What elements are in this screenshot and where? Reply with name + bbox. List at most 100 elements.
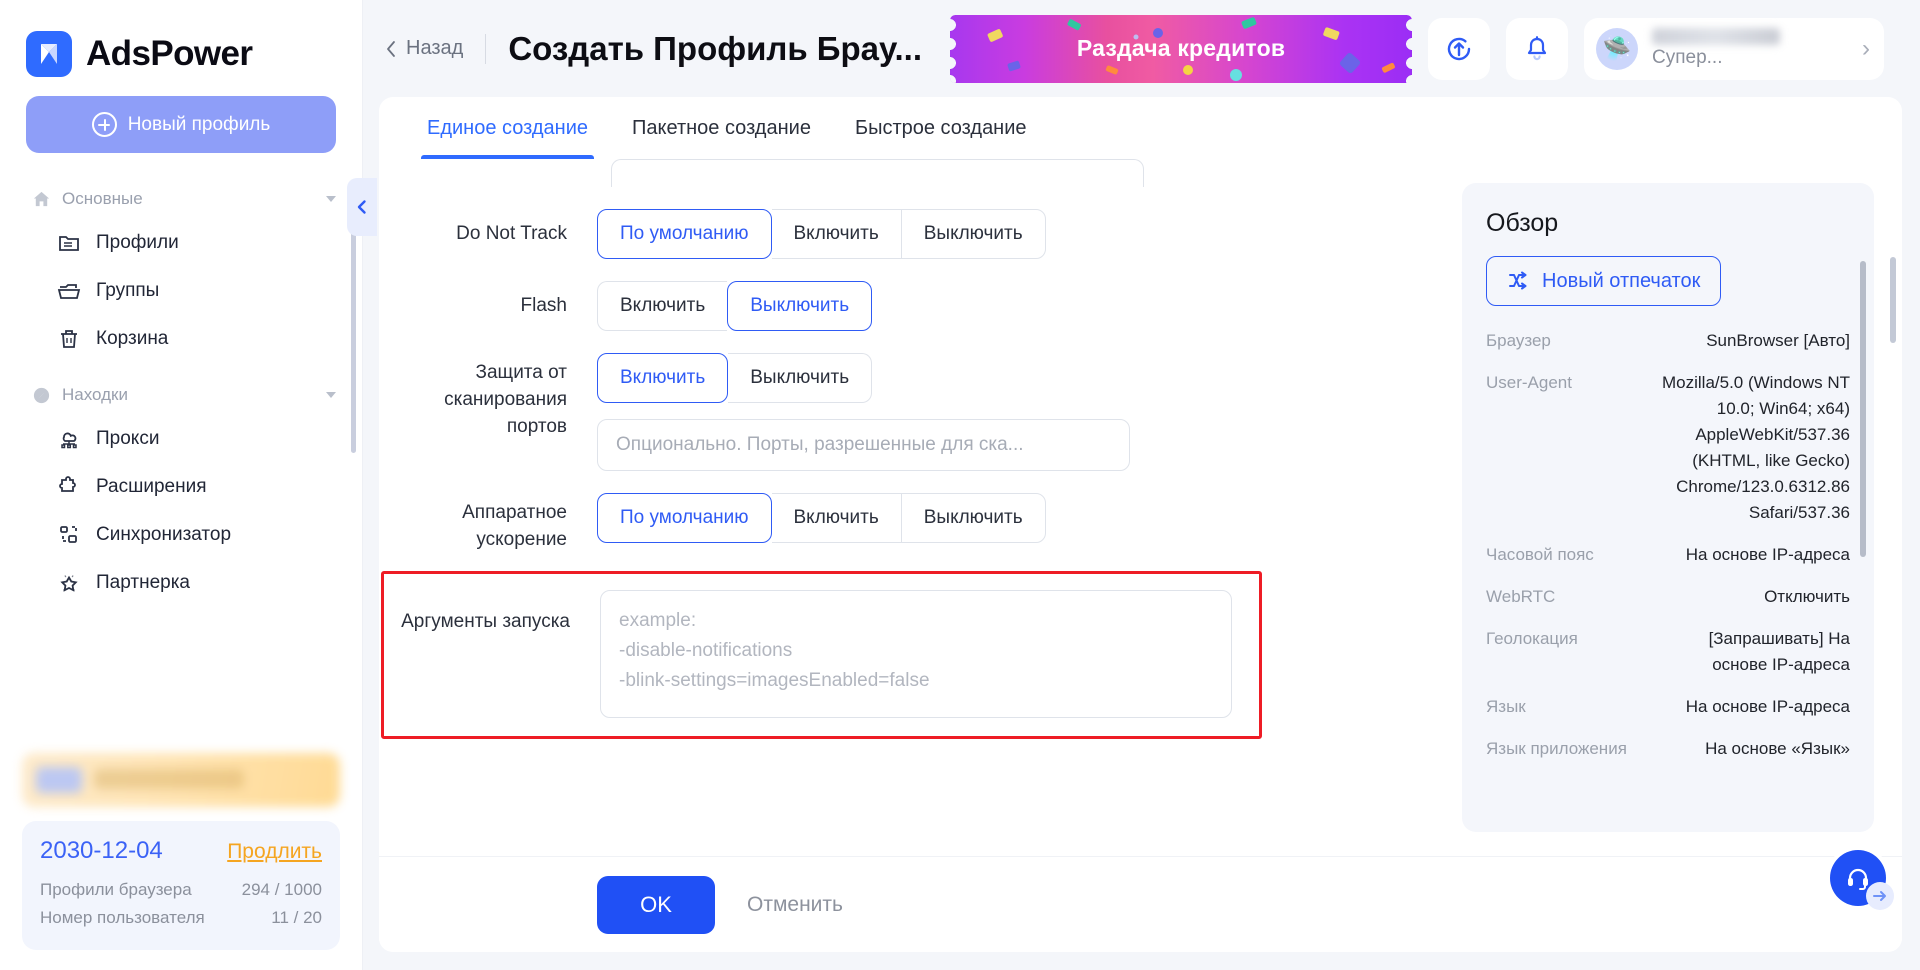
sidebar-group-osnovnye[interactable]: Основные: [0, 179, 362, 219]
compass-icon: [30, 384, 52, 406]
seg-port-disable[interactable]: Выключить: [728, 353, 873, 403]
overview-row-timezone: Часовой пояс На основе IP-адреса: [1486, 542, 1850, 568]
subscription-row: Профили браузера 294 / 1000: [40, 876, 322, 904]
tab-quick-creation[interactable]: Быстрое создание: [833, 97, 1049, 159]
label-hardware-acceleration: Аппаратное ускорение: [462, 502, 567, 550]
label-port-scan-protection: Защита от сканирования портов: [444, 362, 567, 437]
new-profile-button[interactable]: Новый профиль: [26, 96, 336, 153]
control-port-scan-protection: Включить Выключить Опционально. Порты, р…: [597, 353, 1422, 471]
subscription-row-value: 11 / 20: [271, 908, 322, 927]
notifications-button[interactable]: [1506, 17, 1568, 80]
overview-row-browser: Браузер SunBrowser [Авто]: [1486, 328, 1850, 354]
update-circle-icon: [1447, 37, 1471, 60]
sidebar-item-label: Партнерка: [96, 572, 190, 593]
ufo-avatar-icon: 🛸: [1596, 27, 1638, 70]
seg-dnt-disable[interactable]: Выключить: [900, 209, 1046, 259]
seg-dnt-enable[interactable]: Включить: [771, 209, 901, 259]
settings-form: Do Not Track По умолчанию Включить Выклю…: [379, 159, 1462, 856]
overview-key: Язык: [1486, 697, 1526, 716]
overview-row-geolocation: Геолокация [Запрашивать] На основе IP-ад…: [1486, 626, 1850, 678]
star-icon: [56, 570, 82, 596]
seg-hw-enable[interactable]: Включить: [771, 493, 901, 543]
overview-value: Mozilla/5.0 (Windows NT 10.0; Win64; x64…: [1662, 373, 1850, 522]
subscription-row: Номер пользователя 11 / 20: [40, 904, 322, 932]
sidebar-item-proksi[interactable]: Прокси: [0, 415, 362, 463]
label-do-not-track: Do Not Track: [456, 223, 567, 244]
allowed-ports-input[interactable]: Опционально. Порты, разрешенные для ска.…: [597, 419, 1130, 471]
subscription-row-key: Номер пользователя: [40, 908, 205, 927]
app-root: AdsPower Новый профиль Основные Профили …: [0, 0, 1920, 970]
adspower-logo-icon: [26, 31, 72, 77]
overview-value: SunBrowser [Авто]: [1706, 331, 1850, 350]
sidebar-item-korzina[interactable]: Корзина: [0, 315, 362, 363]
arrow-right-icon: [1873, 891, 1886, 901]
user-menu[interactable]: 🛸 Супер... ›: [1584, 17, 1884, 80]
sidebar-item-rasshireniya[interactable]: Расширения: [0, 463, 362, 511]
segmented-flash: Включить Выключить: [597, 281, 873, 331]
control-flash: Включить Выключить: [597, 281, 1422, 331]
segmented-do-not-track: По умолчанию Включить Выключить: [597, 209, 1046, 259]
sidebar-item-sinhronizator[interactable]: Синхронизатор: [0, 511, 362, 559]
sync-grid-icon: [56, 522, 82, 548]
sidebar-nav: Основные Профили Группы Корзина Находки …: [0, 179, 362, 745]
seg-hw-default[interactable]: По умолчанию: [597, 493, 772, 543]
subscription-row-value: 294 / 1000: [241, 880, 322, 899]
support-open-badge[interactable]: [1866, 882, 1894, 910]
topbar-divider: [485, 33, 487, 64]
card-body: Do Not Track По умолчанию Включить Выклю…: [379, 159, 1902, 856]
seg-dnt-default[interactable]: По умолчанию: [597, 209, 772, 259]
content-scrollbar[interactable]: [1890, 257, 1896, 343]
renew-link[interactable]: Продлить: [227, 840, 322, 864]
page-title: Создать Профиль Брау...: [508, 29, 922, 67]
plus-circle-icon: [91, 112, 117, 137]
user-meta: Супер...: [1652, 28, 1848, 69]
ok-button[interactable]: OK: [597, 875, 715, 934]
seg-hw-disable[interactable]: Выключить: [900, 493, 1046, 543]
sidebar-item-label: Группы: [96, 280, 160, 301]
sidebar-group-nahodki[interactable]: Находки: [0, 375, 362, 415]
new-profile-label: Новый профиль: [127, 113, 271, 135]
sidebar-collapse-toggle[interactable]: [347, 178, 377, 236]
previous-field-partial: [611, 159, 1144, 187]
sidebar-item-partnerka[interactable]: Партнерка: [0, 559, 362, 607]
back-button[interactable]: Назад: [379, 37, 463, 60]
overview-panel: Обзор Новый отпечаток Браузер SunBrowser…: [1462, 159, 1902, 856]
overview-key: Язык приложения: [1486, 739, 1627, 758]
chevron-down-icon: [326, 196, 336, 202]
tab-batch-creation[interactable]: Пакетное создание: [610, 97, 833, 159]
folder-open-icon: [56, 278, 82, 304]
subscription-card: 2030-12-04 Продлить Профили браузера 294…: [22, 821, 340, 950]
label-flash: Flash: [520, 295, 567, 316]
sidebar-item-gruppy[interactable]: Группы: [0, 267, 362, 315]
overview-key: Геолокация: [1486, 629, 1578, 648]
sidebar-promo-banner[interactable]: [22, 753, 340, 807]
topbar: Назад Создать Профиль Брау... Раздача кр…: [363, 0, 1920, 97]
promo-credits-banner[interactable]: Раздача кредитов: [950, 14, 1412, 83]
overview-key: Браузер: [1486, 331, 1551, 350]
overview-scrollbar[interactable]: [1860, 261, 1866, 557]
overview-value: На основе IP-адреса: [1685, 697, 1850, 716]
launch-arguments-textarea[interactable]: example: -disable-notifications -blink-s…: [600, 590, 1232, 718]
sidebar-item-profili[interactable]: Профили: [0, 219, 362, 267]
overview-row-language: Язык На основе IP-адреса: [1486, 694, 1850, 720]
update-button[interactable]: [1428, 17, 1490, 80]
seg-port-enable[interactable]: Включить: [597, 353, 729, 403]
row-do-not-track: Do Not Track По умолчанию Включить Выклю…: [397, 209, 1422, 259]
overview-value: [Запрашивать] На основе IP-адреса: [1708, 629, 1850, 674]
overview-card: Обзор Новый отпечаток Браузер SunBrowser…: [1462, 183, 1874, 832]
tab-single-creation[interactable]: Единое создание: [405, 97, 610, 159]
sidebar-item-label: Корзина: [96, 328, 169, 349]
tabs: Единое создание Пакетное создание Быстро…: [379, 97, 1902, 159]
card-footer: OK Отменить: [379, 856, 1902, 952]
launch-arguments-highlight: Аргументы запуска example: -disable-noti…: [381, 571, 1262, 739]
cancel-button[interactable]: Отменить: [729, 893, 861, 917]
new-fingerprint-button[interactable]: Новый отпечаток: [1486, 256, 1722, 306]
brand-name: AdsPower: [86, 34, 253, 73]
support-chat-button[interactable]: [1830, 850, 1894, 910]
brand-logo[interactable]: AdsPower: [0, 0, 362, 86]
seg-flash-enable[interactable]: Включить: [597, 281, 728, 331]
sidebar-item-label: Расширения: [96, 476, 207, 497]
seg-flash-disable[interactable]: Выключить: [727, 281, 873, 331]
sidebar-item-label: Прокси: [96, 428, 160, 449]
row-flash: Flash Включить Выключить: [397, 281, 1422, 331]
